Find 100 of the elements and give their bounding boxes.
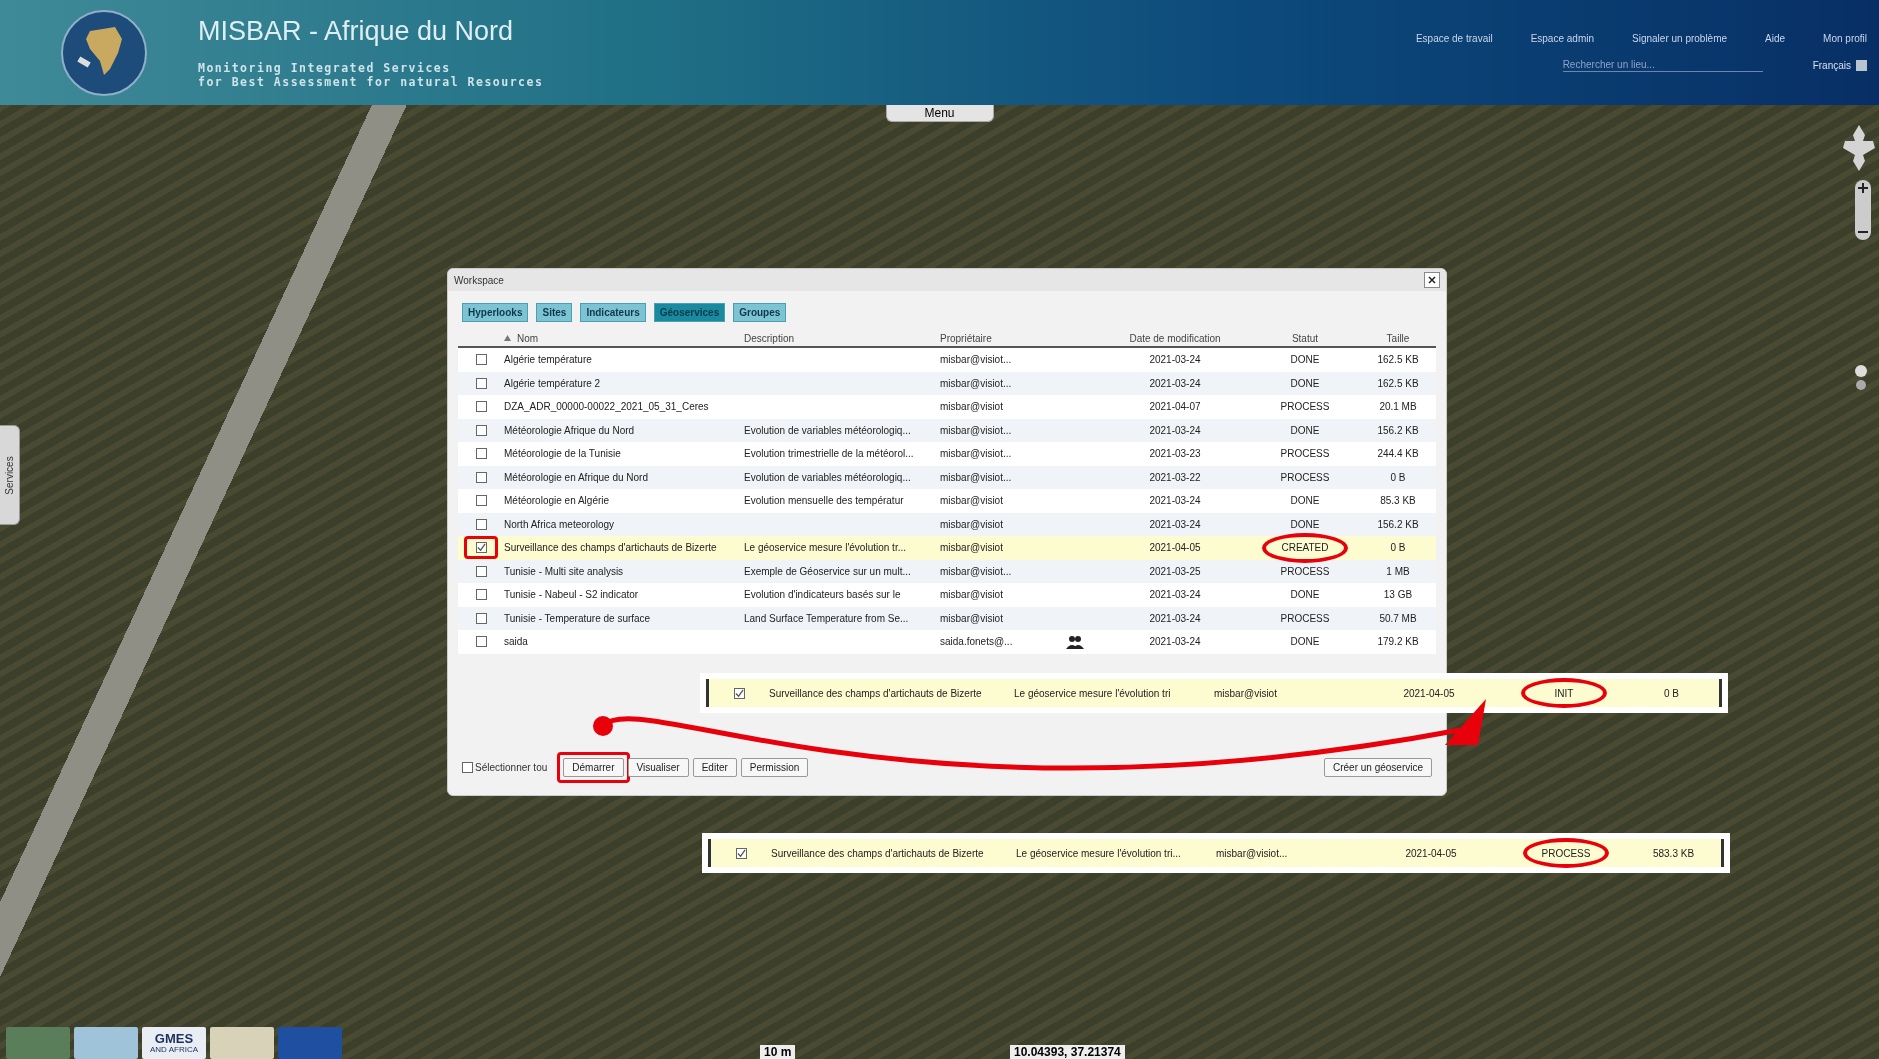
table-row[interactable]: Algérie température 2 misbar@visiot... 2021-03-24 DONE 162.5 KB bbox=[458, 371, 1436, 395]
table-cell-text: Evolution mensuelle des températur bbox=[744, 495, 905, 507]
nav-link[interactable]: Signaler un problème bbox=[1632, 33, 1728, 44]
table-row[interactable]: Surveillance des champs d'artichauts de Bizerte Le géoservice mesure l'évolution tr... misbar@visiot 2021-04-05 CREATED 0 B bbox=[458, 536, 1436, 560]
coordinates-label: 10.04393, 37.21374 bbox=[1010, 1045, 1125, 1059]
table-cell-text: Algérie température bbox=[504, 354, 593, 366]
checkbox[interactable] bbox=[475, 565, 487, 577]
table-row[interactable]: saida saida.fonets@... 2021-03-24 DONE 179.2 KB bbox=[458, 630, 1436, 654]
table-cell-text: 50.7 MB bbox=[1378, 612, 1418, 624]
status-cell-text: PROCESS bbox=[1279, 471, 1331, 483]
menu-tab[interactable]: Menu bbox=[885, 105, 994, 122]
nav-link[interactable]: Aide bbox=[1765, 33, 1786, 44]
checkbox[interactable] bbox=[475, 495, 487, 507]
table-cell-text: 2021-03-22 bbox=[1148, 471, 1202, 483]
checkbox[interactable] bbox=[475, 518, 487, 530]
table-cell-text: 244.4 KB bbox=[1376, 448, 1420, 460]
status-cell-text: DONE bbox=[1289, 589, 1321, 601]
status-cell-text: DONE bbox=[1289, 424, 1321, 436]
column-header[interactable]: Date de modification bbox=[1100, 332, 1250, 344]
table-cell-text: Le géoservice mesure l'évolution tri... bbox=[1016, 847, 1182, 859]
table-cell-text: misbar@visiot bbox=[1214, 687, 1278, 699]
close-icon bbox=[1428, 276, 1436, 284]
action-button[interactable]: Visualiser bbox=[627, 758, 689, 777]
tab[interactable]: Indicateurs bbox=[580, 303, 646, 322]
table-cell-text: Evolution de variables météorologiq... bbox=[744, 424, 912, 436]
table-cell-text: misbar@visiot... bbox=[940, 448, 1013, 460]
select-all-checkbox[interactable]: Sélectionner tou bbox=[462, 762, 548, 773]
table-cell-text: 2021-03-24 bbox=[1148, 612, 1202, 624]
close-button[interactable] bbox=[1424, 272, 1440, 288]
status-cell: PROCESS bbox=[1506, 847, 1626, 859]
checkbox[interactable] bbox=[475, 424, 487, 436]
status-cell-text: DONE bbox=[1289, 518, 1321, 530]
status-cell-text: PROCESS bbox=[1279, 565, 1331, 577]
nav-link[interactable]: Mon profil bbox=[1823, 33, 1867, 44]
table-row[interactable]: Algérie température misbar@visiot... 2021-03-24 DONE 162.5 KB bbox=[458, 348, 1436, 372]
table-row[interactable]: Météorologie de la Tunisie Evolution trimestrielle de la météorol... misbar@visiot... 2021-03-23 PROCESS 244.4 KB bbox=[458, 442, 1436, 466]
plus-icon bbox=[1858, 183, 1868, 193]
checkbox[interactable] bbox=[733, 687, 745, 699]
tab[interactable]: Hyperlooks bbox=[462, 303, 529, 322]
checkbox[interactable] bbox=[475, 636, 487, 648]
table-row[interactable]: Météorologie en Afrique du Nord Evolution de variables météorologiq... misbar@visiot... 2021-03-22 PROCESS 0 B bbox=[458, 465, 1436, 489]
status-cell-text: DONE bbox=[1289, 377, 1321, 389]
column-header[interactable]: Statut bbox=[1250, 332, 1360, 344]
table-cell-text: 0 B bbox=[1389, 542, 1407, 554]
partner-logo bbox=[74, 1027, 138, 1059]
table-row[interactable]: Météorologie Afrique du Nord Evolution de variables météorologiq... misbar@visiot... 2021-03-24 DONE 156.2 KB bbox=[458, 418, 1436, 442]
checkbox[interactable] bbox=[475, 448, 487, 460]
create-geoservice-button[interactable]: Créer un géoservice bbox=[1323, 758, 1432, 777]
table-cell-text: Le géoservice mesure l'évolution tr... bbox=[744, 542, 907, 554]
table-cell-text: Exemple de Géoservice sur un mult... bbox=[744, 565, 912, 577]
checkbox[interactable] bbox=[735, 847, 747, 859]
table-row[interactable]: DZA_ADR_00000-00022_2021_05_31_Ceres misbar@visiot 2021-04-07 PROCESS 20.1 MB bbox=[458, 395, 1436, 419]
status-cell-text: DONE bbox=[1289, 354, 1321, 366]
language-selector[interactable]: Français bbox=[1812, 59, 1867, 71]
app-title: MISBAR - Afrique du Nord bbox=[198, 16, 515, 47]
column-header[interactable]: Propriétaire bbox=[940, 332, 1050, 344]
table-row[interactable]: Météorologie en Algérie Evolution mensuelle des températur misbar@visiot 2021-03-24 DONE 85.3 KB bbox=[458, 489, 1436, 513]
checkbox[interactable] bbox=[475, 589, 487, 601]
table-cell-text: misbar@visiot... bbox=[940, 424, 1013, 436]
zoom-in-button[interactable] bbox=[1858, 182, 1868, 194]
pan-control-icon[interactable] bbox=[1841, 123, 1877, 173]
table-cell-text: Surveillance des champs d'artichauts de Bizerte bbox=[771, 847, 985, 859]
table-cell-text: 20.1 MB bbox=[1378, 401, 1418, 413]
checkbox[interactable] bbox=[475, 401, 487, 413]
partner-logo bbox=[6, 1027, 70, 1059]
scale-label: 10 m bbox=[760, 1045, 796, 1059]
table-cell-text: 2021-03-24 bbox=[1148, 636, 1202, 648]
action-button[interactable]: Démarrer bbox=[563, 758, 624, 777]
checkbox[interactable] bbox=[475, 542, 487, 554]
checkbox[interactable] bbox=[475, 377, 487, 389]
table-cell-text: Le géoservice mesure l'évolution tri bbox=[1014, 687, 1172, 699]
table-cell-text: 2021-03-24 bbox=[1148, 354, 1202, 366]
partner-logo bbox=[210, 1027, 274, 1059]
status-cell: INIT bbox=[1504, 687, 1624, 699]
tab[interactable]: Sites bbox=[536, 303, 573, 322]
table-row[interactable]: Tunisie - Multi site analysis Exemple de Géoservice sur un mult... misbar@visiot... 2021-03-25 PROCESS 1 MB bbox=[458, 559, 1436, 583]
nav-link[interactable]: Espace de travail bbox=[1415, 33, 1493, 44]
table-cell-text: saida bbox=[504, 636, 529, 648]
column-header[interactable]: Nom bbox=[504, 332, 744, 344]
table-cell-text: Surveillance des champs d'artichauts de Bizerte bbox=[769, 687, 983, 699]
checkbox[interactable] bbox=[475, 354, 487, 366]
tab[interactable]: Groupes bbox=[733, 303, 787, 322]
column-header[interactable]: Description bbox=[744, 332, 940, 344]
table-row[interactable]: Tunisie - Temperature de surface Land Surface Temperature from Se... misbar@visiot 2021-03-24 PROCESS 50.7 MB bbox=[458, 606, 1436, 630]
table-cell-text: 2021-03-23 bbox=[1148, 448, 1202, 460]
table-cell-text: 162.5 KB bbox=[1376, 354, 1420, 366]
checkbox[interactable] bbox=[475, 612, 487, 624]
column-header[interactable]: Taille bbox=[1360, 332, 1436, 344]
nav-link[interactable]: Espace admin bbox=[1530, 33, 1594, 44]
place-search-field[interactable]: Rechercher un lieu... bbox=[1562, 58, 1763, 72]
table-cell-text: North Africa meteorology bbox=[504, 518, 616, 530]
action-button[interactable]: Permission bbox=[740, 758, 809, 777]
table-cell-text: Météorologie en Algérie bbox=[504, 495, 611, 507]
app-subtitle: Monitoring Integrated Services bbox=[198, 61, 452, 75]
checkbox[interactable] bbox=[475, 471, 487, 483]
table-cell-text: Surveillance des champs d'artichauts de Bizerte bbox=[504, 542, 718, 554]
action-button[interactable]: Editer bbox=[692, 758, 737, 777]
services-tab[interactable]: Services bbox=[0, 425, 20, 525]
table-row[interactable]: North Africa meteorology misbar@visiot 2021-03-24 DONE 156.2 KB bbox=[458, 512, 1436, 536]
table-row[interactable]: Tunisie - Nabeul - S2 indicator Evolution d'indicateurs basés sur le misbar@visiot 2021-03-24 DONE 13 GB bbox=[458, 583, 1436, 607]
